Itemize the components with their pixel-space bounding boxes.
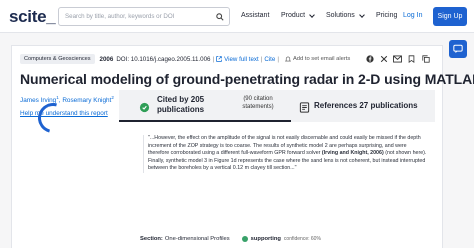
citation-statements-count: (90 citation statements) <box>242 96 274 110</box>
publication-year: 2006 <box>99 55 114 63</box>
citation-tabs: Cited by 205 publications (90 citation s… <box>119 90 435 122</box>
search-box <box>58 7 230 26</box>
chat-icon <box>453 44 463 54</box>
top-navigation-bar: scite_ Assistant Product Solutions Prici… <box>0 0 474 33</box>
mail-icon[interactable] <box>393 54 402 63</box>
author-list: James Irving1, Rosemary Knight2 <box>20 95 114 105</box>
view-full-text-link[interactable]: View full text <box>216 56 259 63</box>
affiliation-marker: 2 <box>111 95 114 100</box>
copy-icon[interactable] <box>421 54 430 63</box>
author-link[interactable]: Rosemary Knight <box>62 97 111 104</box>
affiliation-marker: 1 <box>56 95 59 100</box>
citation-section-info: Section: One-dimensional Profiles suppor… <box>140 236 321 242</box>
nav-product[interactable]: Product <box>281 11 315 19</box>
chat-bubble-icon <box>139 100 150 113</box>
cited-reference: (Irving and Knight, 2006) <box>321 150 384 157</box>
nav-product-label: Product <box>281 12 306 19</box>
cited-by-count: Cited by 205 <box>157 95 205 104</box>
chevron-down-icon <box>358 11 365 18</box>
support-badge: supporting confidence: 60% <box>241 236 321 242</box>
divider: | <box>260 55 263 63</box>
facebook-icon[interactable] <box>365 54 374 63</box>
paper-meta: Computers & Geosciences 2006 DOI: 10.101… <box>20 54 350 64</box>
references-label: References 27 publications <box>314 101 418 110</box>
share-icons <box>365 54 430 63</box>
cite-link[interactable]: Cite <box>264 56 275 63</box>
assistant-chat-button[interactable] <box>449 40 467 58</box>
nav-pricing[interactable]: Pricing <box>376 12 397 19</box>
cited-by-publications: publications <box>157 105 205 114</box>
scite-logo[interactable]: scite_ <box>9 7 56 27</box>
add-alert-label: Add to set email alerts <box>292 56 351 62</box>
paper-title: Numerical modeling of ground-penetrating… <box>20 71 474 87</box>
divider: | <box>277 55 279 63</box>
twitter-icon[interactable] <box>379 54 388 63</box>
tab-references[interactable]: References 27 publications <box>291 90 435 122</box>
nav-pricing-label: Pricing <box>376 12 398 19</box>
tab-cited-by[interactable]: Cited by 205 publications (90 citation s… <box>119 90 291 122</box>
confidence-value: confidence: 60% <box>283 236 321 242</box>
chevron-down-icon <box>309 11 315 18</box>
add-alert-button[interactable]: Add to set email alerts <box>284 56 351 62</box>
cited-by-label: Cited by 205 publications <box>157 95 204 115</box>
view-full-text-label: View full text <box>224 55 259 63</box>
supporting-dot-icon <box>241 236 248 242</box>
subject-badge[interactable]: Computers & Geosciences <box>20 54 95 64</box>
signup-button[interactable]: Sign Up <box>433 7 467 26</box>
search-icon[interactable] <box>211 8 229 25</box>
section-key: Section: <box>140 236 163 242</box>
bookmark-icon[interactable] <box>407 54 416 63</box>
bell-icon <box>284 56 291 62</box>
section-value: One-dimensional Profiles <box>164 236 230 242</box>
doi-text: DOI: 10.1016/j.cageo.2005.11.006 <box>116 55 211 63</box>
references-icon <box>299 100 310 113</box>
citation-excerpt: "...However, the effect on the amplitude… <box>143 135 428 173</box>
nav-assistant[interactable]: Assistant <box>241 12 269 19</box>
nav-assistant-label: Assistant <box>241 12 270 19</box>
search-input[interactable] <box>59 8 211 25</box>
nav-solutions[interactable]: Solutions <box>326 11 365 19</box>
login-link[interactable]: Log In <box>403 12 422 19</box>
nav-solutions-label: Solutions <box>326 12 355 19</box>
supporting-label: supporting <box>250 236 281 242</box>
external-link-icon <box>216 56 222 62</box>
divider: | <box>212 55 215 63</box>
